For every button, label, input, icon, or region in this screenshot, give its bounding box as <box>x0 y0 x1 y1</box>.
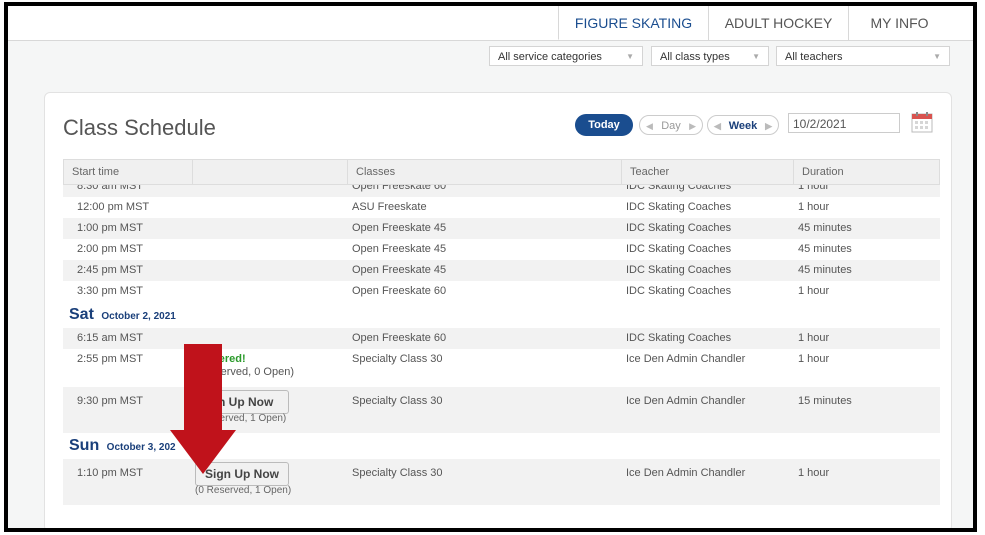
class-name[interactable]: Specialty Class 30 <box>352 353 443 366</box>
today-button[interactable]: Today <box>575 114 633 136</box>
col-teacher[interactable]: Teacher <box>621 160 793 184</box>
duration: 1 hour <box>798 353 830 365</box>
arrow-down-icon <box>170 344 236 474</box>
teacher-name[interactable]: Ice Den Admin Chandler <box>626 467 745 480</box>
top-nav: FIGURE SKATING ADULT HOCKEY MY INFO <box>8 6 973 41</box>
date-field[interactable]: 10/2/2021 <box>788 113 900 133</box>
duration: 1 hour <box>798 185 830 192</box>
start-time: 9:30 pm MST <box>77 395 144 407</box>
teacher-value: All teachers <box>785 51 843 63</box>
class-type-select[interactable]: All class types ▼ <box>651 46 769 66</box>
start-time: 1:00 pm MST <box>77 222 144 234</box>
duration: 1 hour <box>798 332 830 344</box>
duration: 15 minutes <box>798 395 852 407</box>
duration: 1 hour <box>798 467 830 479</box>
table-row[interactable]: 2:45 pm MST Open Freeskate 45 IDC Skatin… <box>63 260 940 281</box>
start-time: 3:30 pm MST <box>77 285 144 297</box>
table-row[interactable]: 1:00 pm MST Open Freeskate 45 IDC Skatin… <box>63 218 940 239</box>
duration: 1 hour <box>798 201 830 213</box>
teacher-name[interactable]: IDC Skating Coaches <box>626 328 731 349</box>
week-view-button[interactable]: ◀ Week ▶ <box>707 115 779 135</box>
duration: 45 minutes <box>798 222 852 234</box>
calendar-icon[interactable] <box>911 111 933 133</box>
class-name[interactable]: Open Freeskate 60 <box>352 281 446 302</box>
chevron-down-icon: ▼ <box>933 52 941 61</box>
duration: 45 minutes <box>798 243 852 255</box>
chevron-down-icon: ▼ <box>752 52 760 61</box>
table-header: Start time Classes Teacher Duration <box>63 159 940 185</box>
day-name: Sun <box>69 437 100 454</box>
start-time: 2:00 pm MST <box>77 243 144 255</box>
day-header-sat: Sat October 2, 2021 <box>63 302 940 328</box>
day-date: October 3, 202 <box>106 442 176 453</box>
day-date: October 2, 2021 <box>101 311 176 322</box>
tab-adult-hockey[interactable]: ADULT HOCKEY <box>708 6 848 40</box>
service-category-select[interactable]: All service categories ▼ <box>489 46 643 66</box>
teacher-name[interactable]: IDC Skating Coaches <box>626 281 731 302</box>
col-action <box>192 160 347 184</box>
service-category-value: All service categories <box>498 51 602 63</box>
filter-bar: All service categories ▼ All class types… <box>8 46 973 68</box>
start-time: 2:45 pm MST <box>77 264 144 276</box>
start-time: 1:10 pm MST <box>77 467 144 479</box>
teacher-name[interactable]: IDC Skating Coaches <box>626 185 731 197</box>
teacher-name[interactable]: IDC Skating Coaches <box>626 239 731 260</box>
chevron-down-icon: ▼ <box>626 52 634 61</box>
start-time: 8:30 am MST <box>77 185 144 192</box>
app-frame: FIGURE SKATING ADULT HOCKEY MY INFO All … <box>4 2 977 532</box>
day-name: Sat <box>69 306 94 323</box>
class-name[interactable]: Open Freeskate 60 <box>352 185 446 197</box>
chevron-right-icon: ▶ <box>689 121 696 131</box>
teacher-name[interactable]: IDC Skating Coaches <box>626 260 731 281</box>
start-time: 2:55 pm MST <box>77 353 144 365</box>
class-name[interactable]: Open Freeskate 45 <box>352 260 446 281</box>
chevron-right-icon: ▶ <box>765 121 772 131</box>
class-name[interactable]: Open Freeskate 45 <box>352 239 446 260</box>
class-name[interactable]: Specialty Class 30 <box>352 467 443 480</box>
class-name[interactable]: Open Freeskate 60 <box>352 328 446 349</box>
class-type-value: All class types <box>660 51 730 63</box>
reservation-count: (0 Reserved, 1 Open) <box>195 485 292 496</box>
tab-figure-skating[interactable]: FIGURE SKATING <box>558 6 708 40</box>
class-name[interactable]: Specialty Class 30 <box>352 395 443 408</box>
teacher-name[interactable]: IDC Skating Coaches <box>626 197 731 218</box>
teacher-select[interactable]: All teachers ▼ <box>776 46 950 66</box>
col-duration[interactable]: Duration <box>793 160 941 184</box>
page-title: Class Schedule <box>63 115 216 140</box>
teacher-name[interactable]: Ice Den Admin Chandler <box>626 395 745 408</box>
col-start-time[interactable]: Start time <box>64 160 192 184</box>
duration: 45 minutes <box>798 264 852 276</box>
table-row[interactable]: 2:00 pm MST Open Freeskate 45 IDC Skatin… <box>63 239 940 260</box>
class-name[interactable]: Open Freeskate 45 <box>352 218 446 239</box>
teacher-name[interactable]: Ice Den Admin Chandler <box>626 353 745 366</box>
start-time: 6:15 am MST <box>77 332 144 344</box>
table-row[interactable]: 12:00 pm MST ASU Freeskate IDC Skating C… <box>63 197 940 218</box>
tab-my-info[interactable]: MY INFO <box>848 6 950 40</box>
table-row[interactable]: 3:30 pm MST Open Freeskate 60 IDC Skatin… <box>63 281 940 302</box>
class-name[interactable]: ASU Freeskate <box>352 197 427 218</box>
teacher-name[interactable]: IDC Skating Coaches <box>626 218 731 239</box>
table-row[interactable]: 8:30 am MST Open Freeskate 60 IDC Skatin… <box>63 185 940 197</box>
start-time: 12:00 pm MST <box>77 201 150 213</box>
day-view-button[interactable]: ◀ Day ▶ <box>639 115 703 135</box>
col-classes[interactable]: Classes <box>347 160 621 184</box>
duration: 1 hour <box>798 285 830 297</box>
